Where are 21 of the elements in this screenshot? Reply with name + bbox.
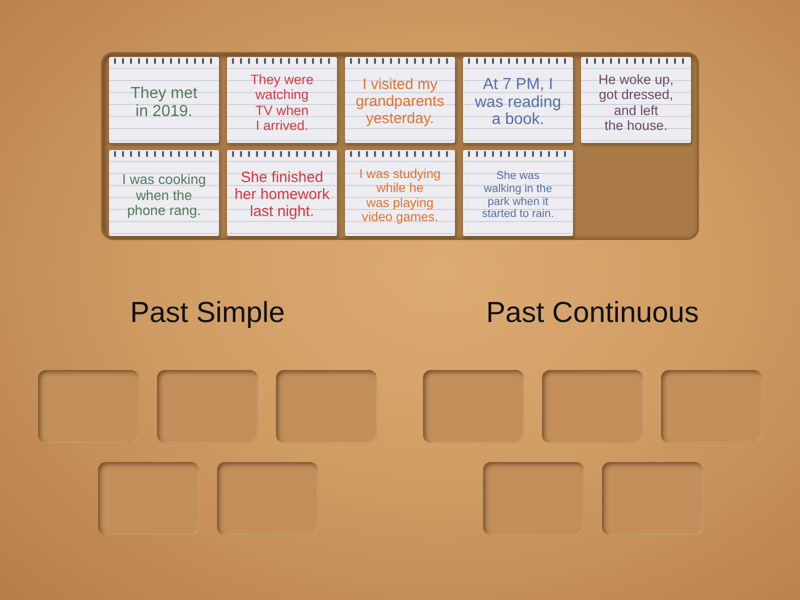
sentence-card[interactable]: I was studying while he was playing video games.	[345, 150, 455, 236]
drop-slot[interactable]	[98, 462, 198, 535]
drop-slot[interactable]	[157, 370, 258, 443]
sentence-card[interactable]: They met in 2019.	[109, 57, 219, 143]
sentence-card[interactable]: She was walking in the park when it started to rain.	[463, 150, 573, 236]
drop-slot[interactable]	[38, 370, 139, 443]
drop-slot[interactable]	[482, 462, 584, 535]
sentence-card[interactable]: At 7 PM, I was reading a book.	[463, 57, 573, 143]
drop-slot[interactable]	[423, 370, 524, 443]
drop-slot[interactable]	[276, 370, 377, 443]
drop-slot[interactable]	[661, 370, 762, 443]
sentence-card[interactable]: She finished her homework last night.	[227, 150, 337, 236]
sentence-card[interactable]: They were watching TV when I arrived.	[227, 57, 337, 143]
group-title: Past Simple	[130, 296, 285, 330]
sentence-card[interactable]: I visited my grandparents yesterday.	[345, 57, 455, 143]
drop-slot[interactable]	[216, 462, 318, 535]
group-title: Past Continuous	[486, 296, 699, 330]
sentence-card[interactable]: I was cooking when the phone rang.	[109, 150, 219, 236]
drop-slot[interactable]	[542, 370, 643, 443]
sentence-card[interactable]: He woke up, got dressed, and left the house.	[581, 57, 691, 143]
drop-slot[interactable]	[602, 462, 702, 535]
